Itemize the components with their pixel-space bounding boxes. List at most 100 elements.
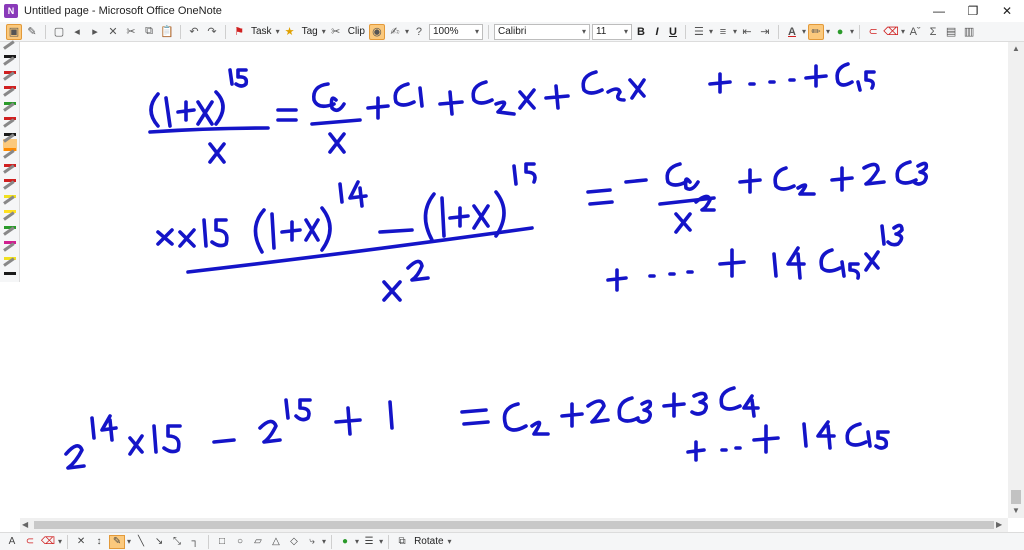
page-view-icon[interactable]: ▣ — [6, 23, 22, 40]
clip-button[interactable]: Clip — [346, 26, 367, 37]
fill-color-icon[interactable]: ● — [832, 24, 848, 40]
zoom-select[interactable]: 100% ▾ — [428, 23, 483, 40]
font-size-select[interactable]: 11 ▾ — [591, 23, 632, 40]
chevron-down-icon[interactable]: ▾ — [709, 27, 713, 36]
scroll-up-icon[interactable]: ▲ — [1012, 44, 1020, 53]
numbering-icon[interactable]: ≡ — [715, 24, 731, 40]
minimize-button[interactable]: — — [922, 0, 956, 22]
rotate-button[interactable]: Rotate — [412, 536, 445, 547]
pen-swatch-icon[interactable] — [3, 179, 17, 198]
chevron-down-icon[interactable]: ▾ — [322, 27, 326, 36]
undo-icon[interactable]: ↶ — [186, 24, 202, 40]
restore-button[interactable]: ❐ — [956, 0, 990, 22]
bullets-icon[interactable]: ☰ — [691, 24, 707, 40]
font-color-icon[interactable]: A — [784, 24, 800, 40]
pen-swatch-icon[interactable] — [3, 257, 17, 275]
task-button[interactable]: Task — [249, 26, 274, 37]
research-icon[interactable]: Σ — [925, 24, 941, 40]
horizontal-scrollbar[interactable]: ◀ ▶ — [20, 518, 1008, 532]
parallelogram-icon[interactable]: ▱ — [250, 535, 266, 549]
pen-swatch-icon[interactable] — [3, 86, 17, 105]
pen-swatch-icon[interactable] — [3, 241, 17, 260]
pen-swatch-icon[interactable] — [3, 55, 17, 74]
chevron-down-icon[interactable]: ▾ — [276, 27, 280, 36]
decrease-indent-icon[interactable]: ⇤ — [739, 24, 755, 40]
tag-button[interactable]: Tag — [300, 26, 320, 37]
chevron-down-icon[interactable]: ▾ — [355, 537, 359, 546]
diamond-icon[interactable]: ◇ — [286, 535, 302, 549]
arrow-line-icon[interactable]: ↘ — [151, 535, 167, 549]
pen-swatch-icon[interactable] — [3, 133, 17, 151]
connector-icon[interactable]: ⤷ — [304, 535, 320, 549]
chevron-down-icon[interactable]: ▾ — [826, 27, 830, 36]
chevron-down-icon[interactable]: ▾ — [850, 27, 854, 36]
toolbar-divider — [67, 534, 69, 549]
chevron-down-icon[interactable]: ▾ — [127, 537, 131, 546]
eraser-icon[interactable]: ⌫ — [40, 535, 56, 549]
chevron-down-icon[interactable]: ▾ — [733, 27, 737, 36]
pen-swatch-icon[interactable] — [3, 148, 17, 167]
chevron-down-icon[interactable]: ▾ — [379, 537, 383, 546]
font-family-select[interactable]: Calibri ▾ — [493, 23, 590, 40]
ellipse-icon[interactable]: ○ — [232, 535, 248, 549]
ink-to-text-icon[interactable]: ✍ — [387, 24, 403, 40]
help-icon[interactable]: ? — [411, 24, 427, 40]
type-text-icon[interactable]: A — [4, 535, 20, 549]
rectangle-icon[interactable]: □ — [214, 535, 230, 549]
new-page-icon[interactable]: ▢ — [51, 24, 67, 40]
delete-icon[interactable]: ✕ — [105, 24, 121, 40]
triangle-icon[interactable]: △ — [268, 535, 284, 549]
scroll-right-icon[interactable]: ▶ — [996, 520, 1002, 529]
scroll-down-icon[interactable]: ▼ — [1012, 506, 1020, 515]
spell-check-icon[interactable]: Aˇ — [907, 24, 923, 40]
lasso-select-icon[interactable]: ⊂ — [865, 24, 881, 40]
pages-icon[interactable]: ▥ — [961, 24, 977, 40]
italic-button[interactable]: I — [650, 26, 664, 38]
color-icon[interactable]: ● — [337, 535, 353, 549]
chevron-down-icon[interactable]: ▾ — [802, 27, 806, 36]
note-canvas[interactable] — [20, 42, 1008, 518]
cut-icon[interactable]: ✂ — [123, 24, 139, 40]
paste-icon[interactable]: 📋 — [159, 24, 175, 40]
horizontal-scroll-thumb[interactable] — [34, 521, 994, 529]
line-icon[interactable]: ╲ — [133, 535, 149, 549]
bold-button[interactable]: B — [634, 26, 648, 38]
eraser-icon[interactable]: ⌫ — [883, 24, 899, 40]
forward-icon[interactable]: ▸ — [87, 24, 103, 40]
underline-button[interactable]: U — [666, 26, 680, 38]
vertical-scrollbar[interactable]: ▲ ▼ — [1008, 42, 1024, 518]
arrange-icon[interactable]: ⧉ — [394, 535, 410, 549]
increase-indent-icon[interactable]: ⇥ — [757, 24, 773, 40]
axis-icon[interactable]: ┐ — [187, 535, 203, 549]
pen-settings-icon[interactable]: ✎ — [24, 24, 40, 40]
chevron-down-icon[interactable]: ▾ — [58, 537, 62, 546]
copy-icon[interactable]: ⧉ — [141, 24, 157, 40]
chevron-down-icon[interactable]: ▾ — [448, 537, 452, 546]
pen-swatch-icon[interactable] — [3, 226, 17, 244]
highlighter-icon[interactable]: ✏ — [808, 23, 825, 40]
pen-swatch-icon[interactable] — [3, 195, 17, 213]
pen-swatch-icon[interactable] — [3, 71, 17, 89]
insert-space-icon[interactable]: ↕ — [91, 535, 107, 549]
pen-swatch-icon[interactable] — [3, 210, 17, 229]
audio-record-icon[interactable]: ◉ — [368, 23, 385, 40]
close-button[interactable]: ✕ — [990, 0, 1024, 22]
pen-icon[interactable]: ✎ — [109, 534, 126, 549]
back-icon[interactable]: ◂ — [69, 24, 85, 40]
chevron-down-icon[interactable]: ▾ — [405, 27, 409, 36]
pen-swatch-icon[interactable] — [3, 40, 17, 58]
vertical-scroll-thumb[interactable] — [1011, 490, 1021, 504]
double-arrow-icon[interactable]: ⤡ — [169, 535, 185, 549]
pen-swatch-icon[interactable] — [3, 102, 17, 120]
redo-icon[interactable]: ↷ — [204, 24, 220, 40]
delete-icon[interactable]: ✕ — [73, 535, 89, 549]
notebook-icon[interactable]: ▤ — [943, 24, 959, 40]
pen-palette — [0, 40, 20, 282]
pen-swatch-icon[interactable] — [3, 117, 17, 136]
chevron-down-icon[interactable]: ▾ — [322, 537, 326, 546]
pen-swatch-icon[interactable] — [3, 164, 17, 182]
lasso-icon[interactable]: ⊂ — [22, 535, 38, 549]
scroll-left-icon[interactable]: ◀ — [22, 520, 28, 529]
line-weight-icon[interactable]: ☰ — [361, 535, 377, 549]
chevron-down-icon[interactable]: ▾ — [901, 27, 905, 36]
